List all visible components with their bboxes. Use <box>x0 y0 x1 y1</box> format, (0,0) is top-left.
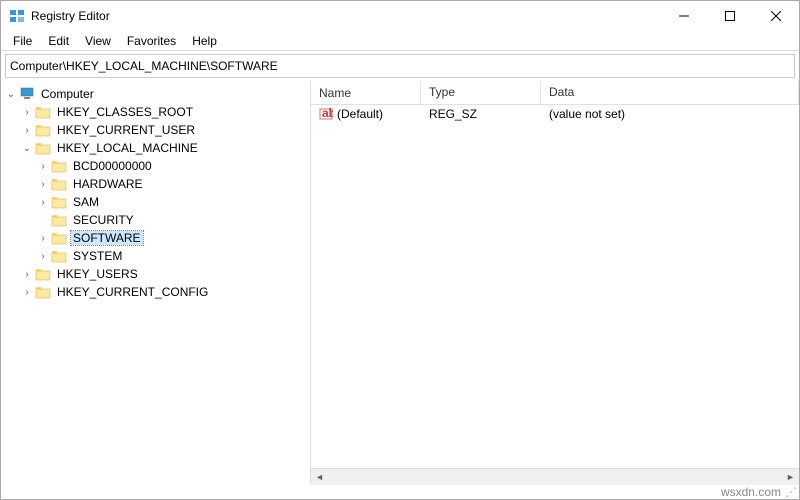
main-content: ⌄ Computer › HKEY_CLASSES_ROOT › HKEY_CU… <box>1 81 799 485</box>
close-button[interactable] <box>753 1 799 31</box>
title-bar: Registry Editor <box>1 1 799 31</box>
value-name: (Default) <box>337 107 383 121</box>
address-input[interactable] <box>10 59 790 73</box>
tree-node-hklm[interactable]: ⌄ HKEY_LOCAL_MACHINE <box>1 139 310 157</box>
folder-icon <box>35 267 51 281</box>
tree-node-bcd[interactable]: › BCD00000000 <box>1 157 310 175</box>
menu-bar: File Edit View Favorites Help <box>1 31 799 51</box>
status-text: wsxdn.com <box>721 485 781 499</box>
tree-node-system[interactable]: › SYSTEM <box>1 247 310 265</box>
chevron-right-icon[interactable]: › <box>21 269 33 280</box>
menu-help[interactable]: Help <box>184 32 225 50</box>
chevron-right-icon[interactable]: › <box>37 179 49 190</box>
computer-icon <box>19 87 35 101</box>
string-value-icon: ab <box>319 107 333 121</box>
menu-edit[interactable]: Edit <box>40 32 77 50</box>
list-row[interactable]: ab (Default) REG_SZ (value not set) <box>311 105 799 123</box>
chevron-right-icon[interactable]: › <box>21 107 33 118</box>
tree-label: HKEY_LOCAL_MACHINE <box>55 141 200 155</box>
tree-label: SYSTEM <box>71 249 124 263</box>
folder-icon <box>35 285 51 299</box>
tree-label: SOFTWARE <box>71 231 143 245</box>
tree-label: HKEY_USERS <box>55 267 140 281</box>
folder-icon <box>51 249 67 263</box>
cell-data: (value not set) <box>541 107 799 121</box>
tree-node-security[interactable]: SECURITY <box>1 211 310 229</box>
cell-type: REG_SZ <box>421 107 541 121</box>
tree-node-computer[interactable]: ⌄ Computer <box>1 85 310 103</box>
folder-icon <box>35 141 51 155</box>
tree-label: HARDWARE <box>71 177 145 191</box>
maximize-button[interactable] <box>707 1 753 31</box>
tree-node-hkcr[interactable]: › HKEY_CLASSES_ROOT <box>1 103 310 121</box>
chevron-right-icon[interactable]: › <box>37 197 49 208</box>
horizontal-scrollbar[interactable]: ◄ ► <box>311 468 799 485</box>
tree-label: SAM <box>71 195 101 209</box>
chevron-right-icon[interactable]: › <box>37 251 49 262</box>
tree-label: HKEY_CURRENT_USER <box>55 123 197 137</box>
tree-node-software[interactable]: › SOFTWARE <box>1 229 310 247</box>
tree-label: SECURITY <box>71 213 136 227</box>
list-header: Name Type Data <box>311 81 799 105</box>
tree-label: Computer <box>39 87 96 101</box>
tree-node-hku[interactable]: › HKEY_USERS <box>1 265 310 283</box>
chevron-down-icon[interactable]: ⌄ <box>21 143 33 154</box>
scroll-right-icon[interactable]: ► <box>782 469 799 486</box>
cell-name: ab (Default) <box>311 107 421 121</box>
tree-node-hkcc[interactable]: › HKEY_CURRENT_CONFIG <box>1 283 310 301</box>
status-bar: wsxdn.com ⋰ <box>721 485 795 499</box>
folder-icon <box>51 177 67 191</box>
folder-icon <box>51 213 67 227</box>
column-header-type[interactable]: Type <box>421 81 541 104</box>
resize-grip-icon[interactable]: ⋰ <box>785 485 795 499</box>
tree-node-sam[interactable]: › SAM <box>1 193 310 211</box>
minimize-button[interactable] <box>661 1 707 31</box>
folder-icon <box>51 231 67 245</box>
tree-node-hkcu[interactable]: › HKEY_CURRENT_USER <box>1 121 310 139</box>
address-bar[interactable] <box>5 54 795 78</box>
column-header-data[interactable]: Data <box>541 81 799 104</box>
scroll-left-icon[interactable]: ◄ <box>311 469 328 486</box>
menu-file[interactable]: File <box>5 32 40 50</box>
chevron-right-icon[interactable]: › <box>21 287 33 298</box>
folder-icon <box>51 195 67 209</box>
column-header-name[interactable]: Name <box>311 81 421 104</box>
tree-label: HKEY_CURRENT_CONFIG <box>55 285 210 299</box>
svg-text:ab: ab <box>322 107 333 120</box>
folder-icon <box>35 123 51 137</box>
window-title: Registry Editor <box>31 9 110 23</box>
tree-label: HKEY_CLASSES_ROOT <box>55 105 195 119</box>
chevron-right-icon[interactable]: › <box>37 161 49 172</box>
regedit-app-icon <box>9 8 25 24</box>
list-body[interactable]: ab (Default) REG_SZ (value not set) <box>311 105 799 468</box>
tree-node-hardware[interactable]: › HARDWARE <box>1 175 310 193</box>
menu-favorites[interactable]: Favorites <box>119 32 184 50</box>
menu-view[interactable]: View <box>77 32 119 50</box>
chevron-right-icon[interactable]: › <box>21 125 33 136</box>
chevron-down-icon[interactable]: ⌄ <box>5 89 17 100</box>
tree-panel[interactable]: ⌄ Computer › HKEY_CLASSES_ROOT › HKEY_CU… <box>1 81 311 485</box>
list-panel: Name Type Data ab (Default) REG_SZ (valu… <box>311 81 799 485</box>
folder-icon <box>51 159 67 173</box>
folder-icon <box>35 105 51 119</box>
tree-label: BCD00000000 <box>71 159 154 173</box>
chevron-right-icon[interactable]: › <box>37 233 49 244</box>
